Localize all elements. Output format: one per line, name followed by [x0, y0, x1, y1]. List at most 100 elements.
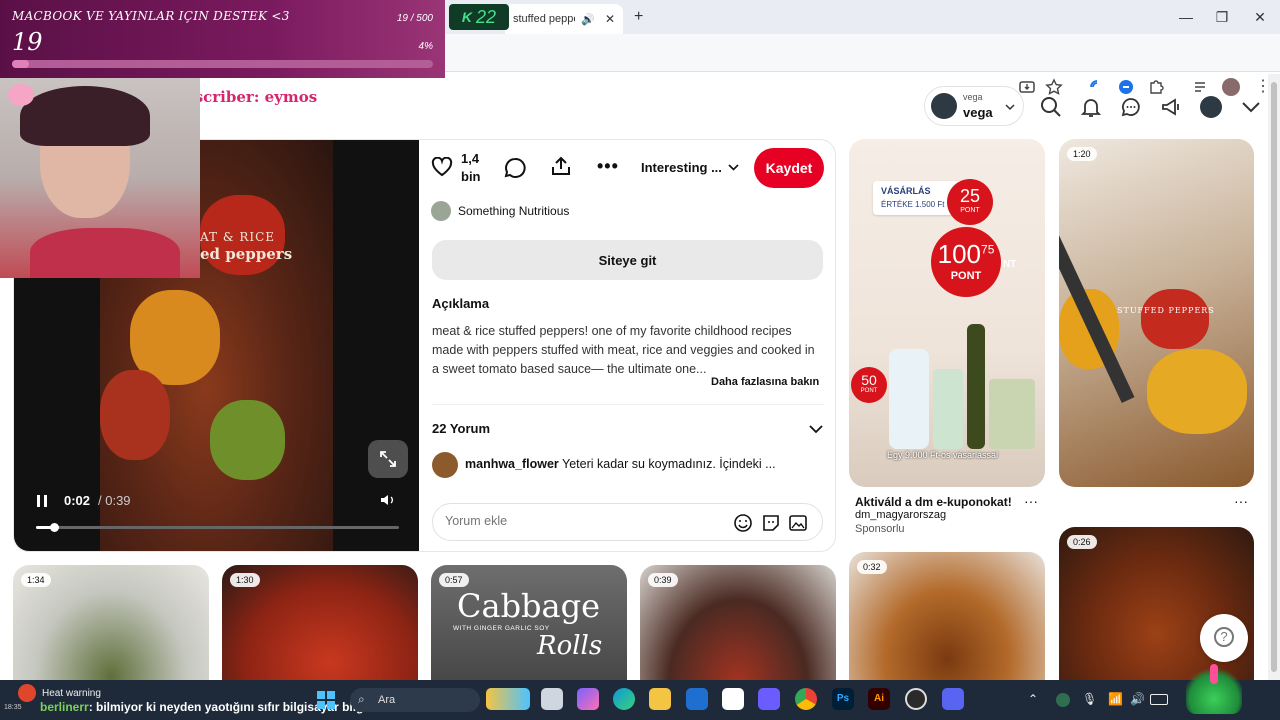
tab-title: stuffed pepper — [513, 13, 575, 25]
board-select[interactable]: Interesting ... — [641, 160, 739, 175]
wifi-icon[interactable]: 📶 — [1108, 692, 1123, 706]
extension-audio-icon[interactable] — [1088, 78, 1106, 96]
new-tab-plus-icon[interactable]: + — [634, 8, 643, 26]
task-view-icon[interactable] — [541, 688, 563, 710]
comments-count[interactable]: 22 Yorum — [432, 421, 490, 436]
more-options-icon[interactable]: ••• — [597, 156, 619, 177]
reading-list-icon[interactable] — [1192, 78, 1210, 96]
ad-advertiser[interactable]: dm_magyarorszag — [855, 509, 946, 521]
commenter-avatar[interactable] — [432, 452, 458, 478]
copilot-icon[interactable] — [577, 688, 599, 710]
widgets-icon[interactable] — [486, 688, 530, 710]
messages-icon[interactable] — [1120, 96, 1142, 118]
outlook-icon[interactable] — [686, 688, 708, 710]
notifications-bell-icon[interactable] — [1080, 96, 1102, 118]
chat-username: berlinerr — [40, 700, 89, 714]
divider — [432, 404, 824, 405]
volume-icon[interactable] — [380, 493, 396, 507]
minimize-window-button[interactable]: — — [1176, 8, 1196, 26]
maximize-window-button[interactable]: ❐ — [1212, 8, 1232, 26]
expand-icon — [380, 451, 396, 467]
ad-pin-image[interactable]: VÁSÁRLÁS ÉRTÉKE 1.500 Ft 25 PONT 10075 P… — [849, 139, 1045, 487]
heart-icon[interactable] — [431, 157, 453, 177]
cabbage-title: Cabbage — [457, 587, 601, 625]
points-100-sup: 75 — [981, 242, 995, 257]
comment-username[interactable]: manhwa_flower — [465, 457, 559, 471]
tab-audio-icon[interactable]: 🔊 — [581, 13, 595, 26]
pin-more-options-icon[interactable]: ··· — [1234, 493, 1248, 509]
edge-icon[interactable] — [613, 688, 635, 710]
microphone-icon[interactable]: 🎙 — [1082, 692, 1097, 706]
comment-input-box[interactable] — [432, 503, 823, 541]
product-box — [933, 369, 963, 449]
see-more-link[interactable]: Daha fazlasına bakın — [711, 376, 819, 388]
like-count: 1,4 — [461, 151, 480, 166]
share-icon[interactable] — [550, 155, 572, 177]
extension-shield-icon[interactable] — [1117, 78, 1135, 96]
image-upload-icon[interactable] — [788, 513, 808, 533]
ad-sponsored-label: Sponsorlu — [855, 523, 905, 535]
taskbar-search[interactable]: ⌕ Ara — [350, 688, 480, 712]
creator-name[interactable]: Something Nutritious — [458, 204, 569, 218]
app-icon[interactable] — [758, 688, 780, 710]
points-100-label: PONT — [950, 270, 982, 282]
donation-progress-track — [12, 60, 433, 68]
pepper-shape — [1141, 289, 1209, 349]
video-duration-badge: 0:26 — [1067, 535, 1097, 549]
video-duration-badge: 0:39 — [648, 573, 678, 587]
account-switcher[interactable]: vega vega — [924, 86, 1024, 126]
tray-app-icon[interactable] — [1056, 693, 1070, 707]
video-progress-track[interactable] — [36, 523, 399, 532]
battery-icon[interactable] — [1150, 694, 1168, 705]
updates-megaphone-icon[interactable] — [1160, 96, 1182, 118]
close-window-button[interactable]: ✕ — [1250, 8, 1270, 26]
video-overlay-text-2: ed peppers — [200, 245, 293, 263]
comment-input[interactable] — [445, 514, 705, 528]
install-app-icon[interactable] — [1018, 78, 1036, 96]
pause-icon[interactable] — [36, 494, 48, 508]
extensions-puzzle-icon[interactable] — [1147, 78, 1165, 96]
page-scrollbar[interactable] — [1268, 74, 1280, 680]
save-button[interactable]: Kaydet — [754, 148, 824, 188]
warning-icon — [18, 684, 36, 702]
search-icon[interactable] — [1040, 96, 1062, 118]
account-menu-chevron-icon[interactable] — [1240, 96, 1262, 118]
illustrator-icon[interactable]: Ai — [868, 688, 890, 710]
product-oil-bottle — [967, 324, 985, 449]
chrome-icon[interactable] — [795, 688, 817, 710]
discord-icon[interactable] — [942, 688, 964, 710]
profile-avatar[interactable] — [1222, 78, 1240, 96]
visit-site-button[interactable]: Siteye git — [432, 240, 823, 280]
description-heading: Açıklama — [432, 296, 490, 311]
points-badge-50: 50 PONT — [851, 367, 887, 403]
browser-tab[interactable]: stuffed pepper 🔊 ✕ — [505, 4, 623, 34]
obs-icon[interactable] — [905, 688, 927, 710]
expand-video-button[interactable] — [368, 440, 408, 478]
windows-start-icon[interactable] — [316, 690, 336, 710]
profile-avatar-small[interactable] — [1200, 96, 1222, 118]
sticker-icon[interactable] — [761, 513, 781, 533]
chevron-down-icon[interactable] — [809, 424, 823, 434]
pin-tile-stuffed-peppers[interactable]: 1:20 STUFFED PEPPERS — [1059, 139, 1254, 487]
help-button[interactable]: ? — [1200, 614, 1248, 662]
ad-title[interactable]: Aktiváld a dm e-kuponokat! — [855, 495, 1012, 509]
video-scrubber-handle[interactable] — [50, 523, 60, 532]
gmail-icon[interactable] — [722, 688, 744, 710]
tab-close-icon[interactable]: ✕ — [605, 12, 615, 26]
emoji-icon[interactable] — [733, 513, 753, 533]
bookmark-star-icon[interactable] — [1045, 78, 1063, 96]
video-duration-badge: 0:57 — [439, 573, 469, 587]
comment-bubble-icon[interactable] — [504, 157, 526, 179]
video-duration-badge: 1:20 — [1067, 147, 1097, 161]
video-duration-badge: 1:34 — [21, 573, 51, 587]
chevron-down-icon — [728, 163, 739, 171]
photoshop-icon[interactable]: Ps — [832, 688, 854, 710]
account-label: vega — [963, 92, 983, 102]
file-explorer-icon[interactable] — [649, 688, 671, 710]
streamer-hair — [20, 86, 150, 146]
speaker-icon[interactable]: 🔊 — [1130, 692, 1145, 706]
creator-avatar[interactable] — [431, 201, 451, 221]
tray-overflow-icon[interactable]: ⌃ — [1028, 692, 1038, 706]
ad-more-options-icon[interactable]: ··· — [1024, 493, 1038, 509]
scrollbar-thumb[interactable] — [1271, 82, 1277, 672]
